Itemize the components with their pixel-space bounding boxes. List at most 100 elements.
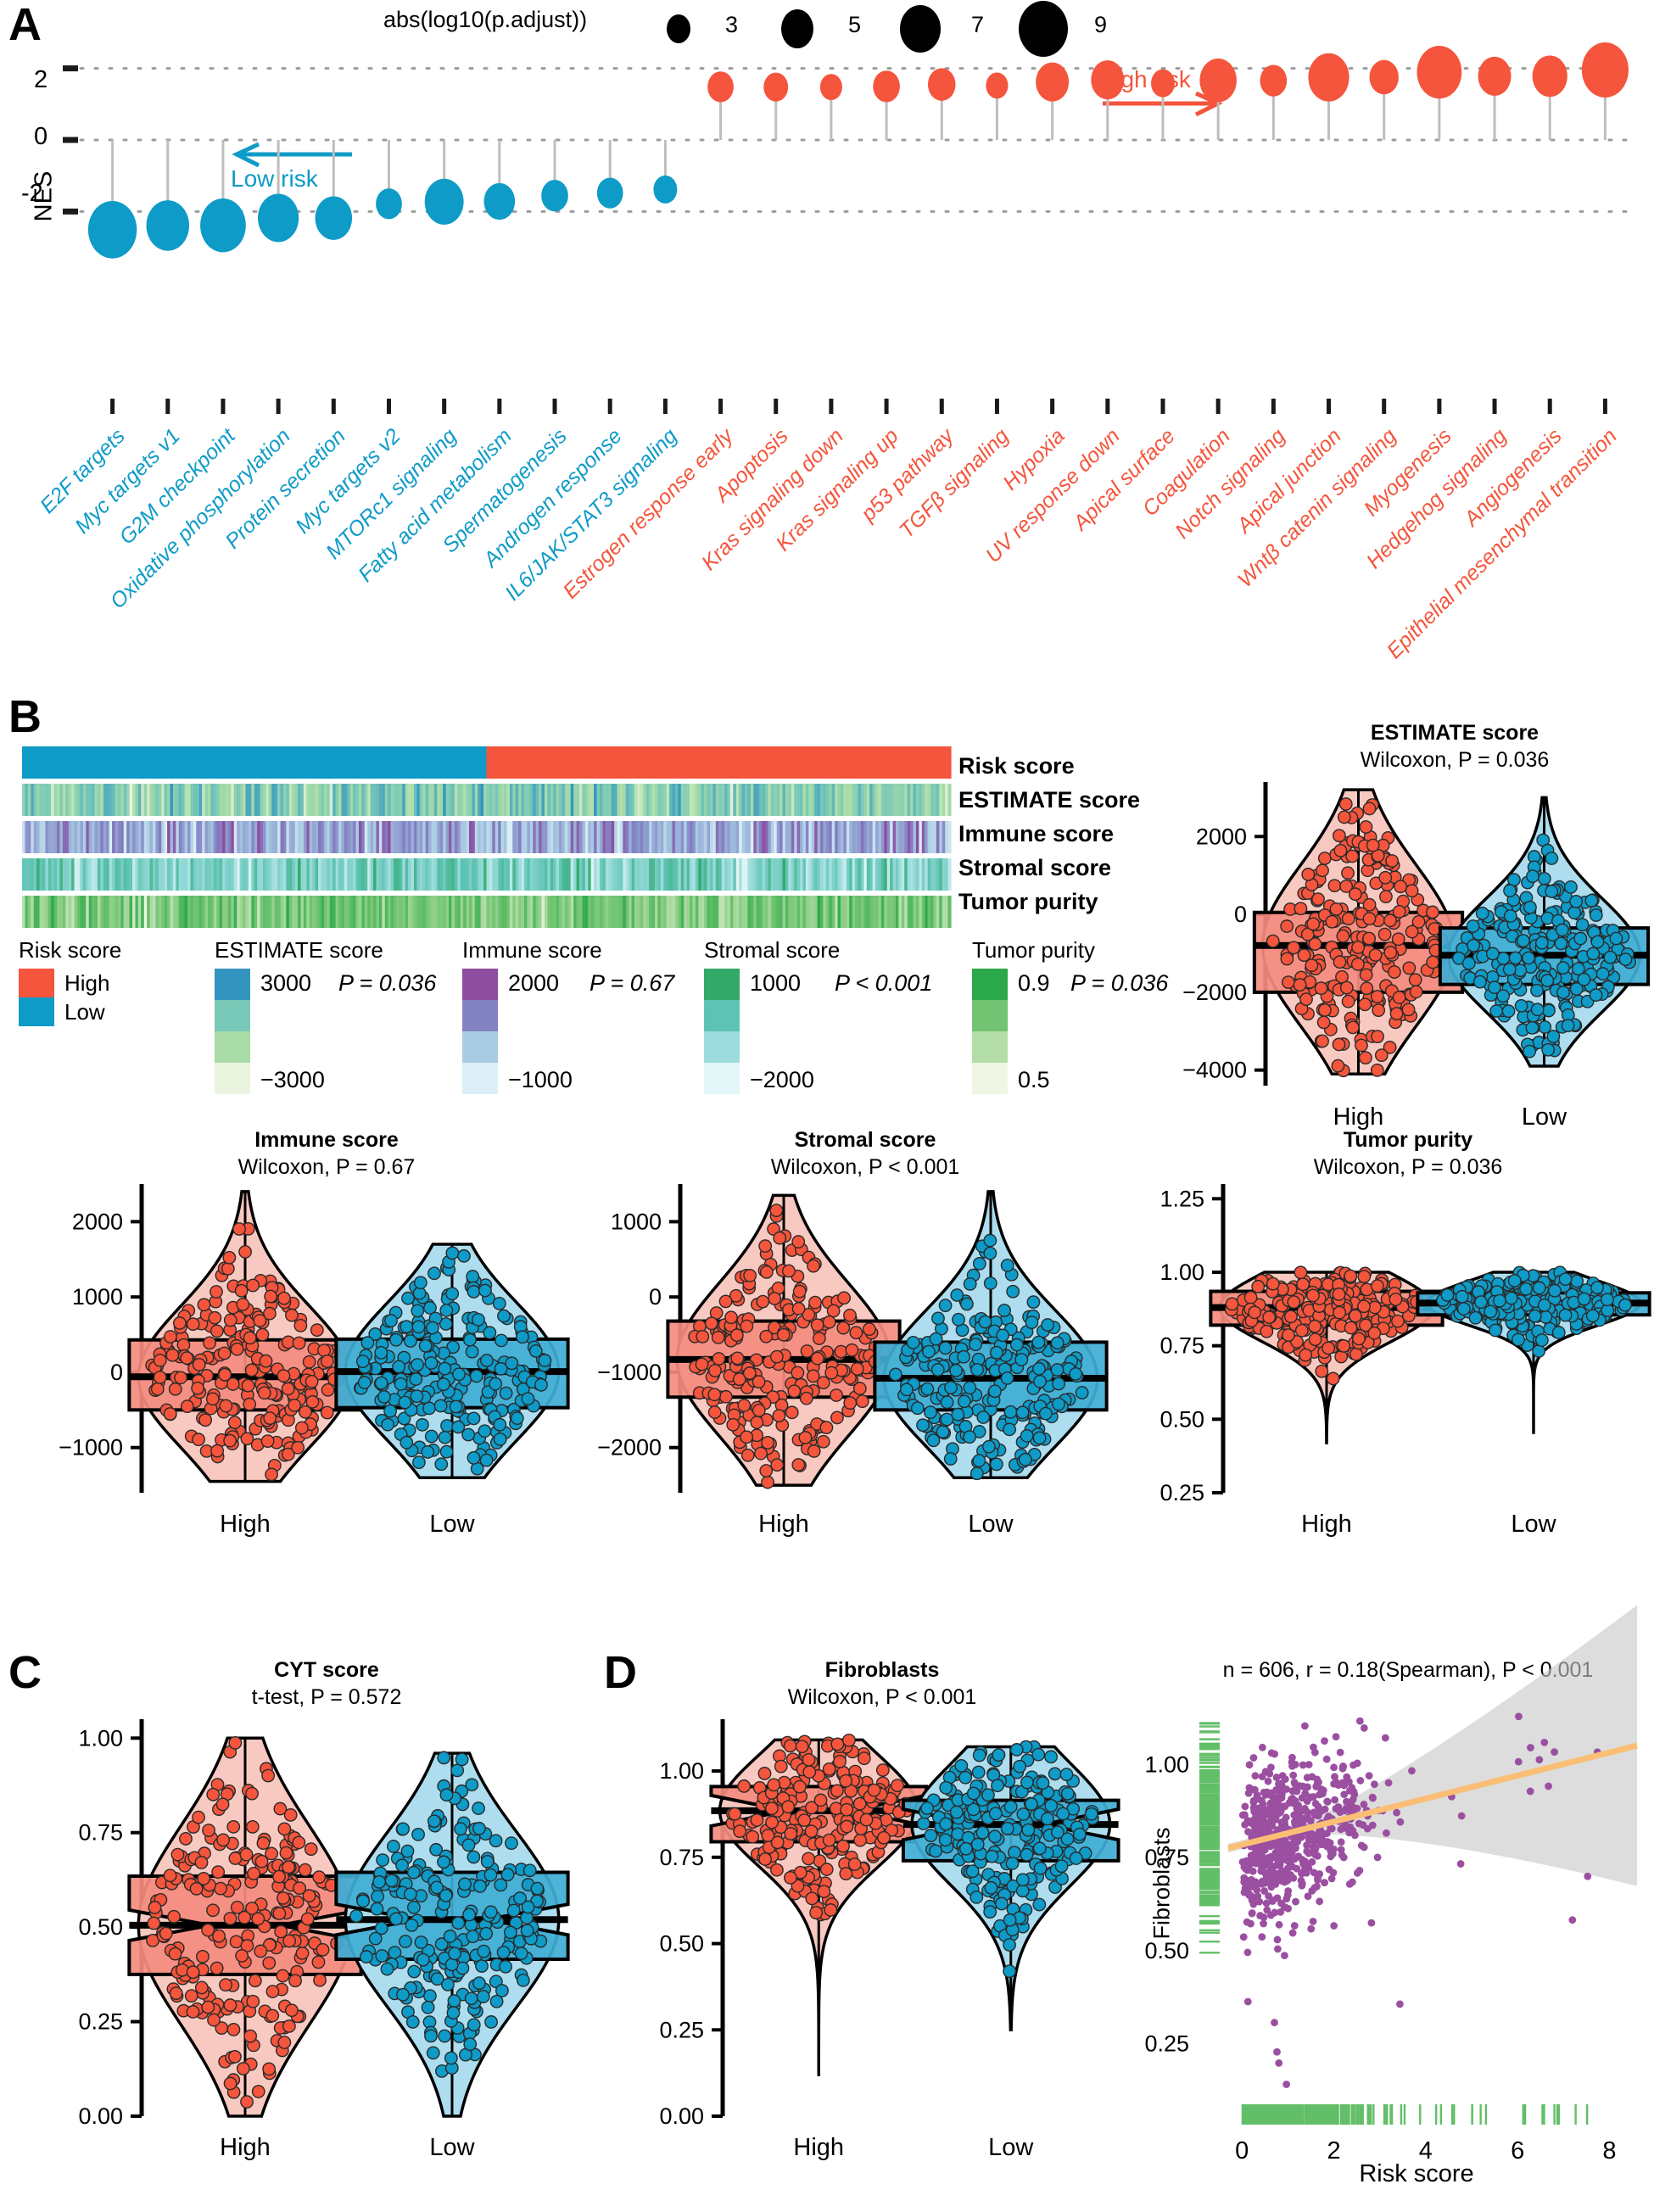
data-point <box>1273 1945 1282 1953</box>
data-point <box>288 1399 302 1412</box>
data-point <box>472 1976 486 1991</box>
data-point <box>228 2049 242 2064</box>
data-point <box>1338 1824 1347 1832</box>
legend-immune-top-value: 2000 <box>508 970 560 996</box>
data-point <box>400 1844 415 1858</box>
legend-stromal-stop-2 <box>704 1031 740 1063</box>
data-point <box>372 1874 387 1889</box>
data-point <box>521 1900 535 1914</box>
data-point <box>261 1768 276 1783</box>
data-point <box>1267 1763 1275 1772</box>
data-point <box>176 1338 191 1352</box>
data-point <box>400 1320 414 1334</box>
data-point <box>1367 1919 1376 1927</box>
data-point <box>259 1354 273 1368</box>
data-point <box>1257 1813 1266 1820</box>
panel-d-scatter: n = 606, r = 0.18(Spearman), P < 0.001 F… <box>1128 1605 1654 2209</box>
data-point <box>1032 1841 1047 1856</box>
data-point <box>530 1881 545 1896</box>
data-point <box>370 1902 384 1916</box>
data-point <box>409 1372 423 1386</box>
data-point <box>534 1377 548 1392</box>
data-point <box>483 1868 498 1882</box>
x-axis-category-label: High <box>793 2134 844 2161</box>
panel-c-letter: C <box>8 1647 42 1698</box>
data-point <box>826 1304 841 1318</box>
data-point <box>1069 1852 1083 1865</box>
data-point <box>1345 1829 1354 1837</box>
panel-a-category-labels: E2F targets Myc targets v1 G2M checkpoint O… <box>0 0 1654 679</box>
data-point <box>1282 1328 1295 1342</box>
data-point <box>939 1817 953 1831</box>
x-axis-category-label: Low <box>429 2134 475 2161</box>
data-point <box>1273 2047 1281 2056</box>
data-point <box>186 1965 200 1980</box>
data-point <box>737 1779 752 1793</box>
data-point <box>1290 1922 1299 1930</box>
data-point <box>1379 890 1393 904</box>
data-point <box>168 1382 182 1396</box>
data-point <box>1259 1877 1267 1885</box>
data-point <box>958 1770 973 1785</box>
data-point <box>186 1317 200 1332</box>
data-point <box>1249 1854 1258 1862</box>
legend-purity-top-value: 0.9 <box>1018 970 1050 996</box>
data-point <box>201 1923 215 1937</box>
data-point <box>1551 1748 1558 1757</box>
data-point <box>210 1285 223 1299</box>
data-point <box>1456 1302 1471 1315</box>
data-point <box>808 1295 822 1310</box>
data-point <box>411 1320 426 1334</box>
data-point <box>1526 869 1539 884</box>
data-point <box>843 1308 857 1322</box>
data-point <box>215 1797 230 1812</box>
data-point <box>1370 1063 1384 1077</box>
data-point <box>422 1401 436 1416</box>
violin-immune-score: Immune score Wilcoxon, P = 0.67 2000 1000… <box>47 1128 573 1569</box>
data-point <box>943 1452 958 1466</box>
data-point <box>1317 852 1332 865</box>
data-point <box>179 1832 193 1846</box>
data-point <box>1341 912 1355 926</box>
data-point <box>1299 1782 1307 1790</box>
data-point <box>1297 948 1311 963</box>
panel-d-violin: Fibroblasts Wilcoxon, P < 0.001 1.00 0.75… <box>645 1658 1120 2201</box>
data-point <box>1514 1757 1523 1766</box>
data-point <box>1009 1743 1024 1757</box>
data-point <box>1241 1811 1249 1819</box>
data-point <box>400 1435 414 1450</box>
data-point <box>1556 961 1570 975</box>
data-point <box>810 1318 824 1332</box>
data-point <box>256 1836 271 1851</box>
data-point <box>1332 829 1346 843</box>
data-point <box>1362 912 1377 926</box>
data-point <box>855 1394 869 1409</box>
x-axis-category-label: High <box>220 1511 271 1538</box>
data-point <box>970 1837 985 1852</box>
data-point <box>465 1778 479 1792</box>
data-point <box>159 1926 173 1941</box>
data-point <box>978 1315 992 1329</box>
data-point <box>194 1980 209 1995</box>
data-point <box>929 1844 942 1858</box>
data-point <box>957 1394 971 1409</box>
data-point <box>206 1787 221 1801</box>
data-point <box>1306 1288 1320 1303</box>
x-axis-category-label: Low <box>988 2134 1034 2161</box>
data-point <box>1545 852 1559 865</box>
data-point <box>833 1754 847 1768</box>
data-point <box>212 1929 226 1943</box>
data-point <box>1267 1883 1276 1891</box>
data-point <box>1251 1280 1266 1293</box>
legend-stromal-stop-0 <box>704 969 740 1000</box>
data-point <box>969 1338 982 1352</box>
data-point <box>718 1389 733 1404</box>
data-point <box>1551 1326 1566 1340</box>
data-point <box>1337 1838 1345 1846</box>
data-point <box>466 1270 480 1283</box>
data-point <box>951 1407 965 1422</box>
data-point <box>782 1264 796 1278</box>
data-point <box>834 1344 848 1359</box>
data-point <box>279 1846 293 1860</box>
data-point <box>377 1390 391 1404</box>
